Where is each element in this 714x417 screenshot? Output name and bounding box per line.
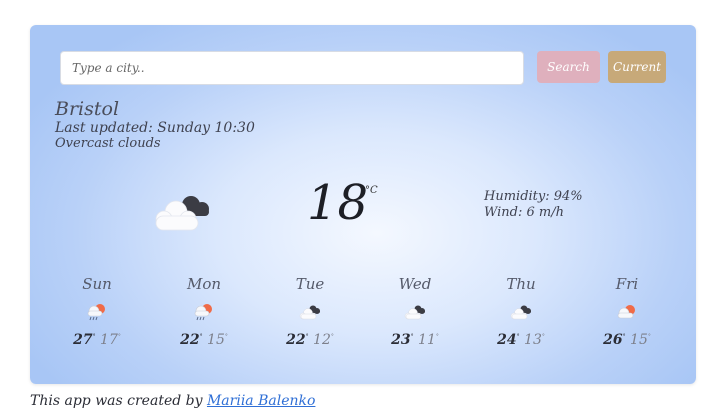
degree-mark: ° [92, 333, 96, 341]
forecast-day-name: Fri [615, 275, 639, 293]
degree-mark: ° [330, 333, 334, 341]
forecast-day-name: Mon [186, 275, 222, 293]
degree-mark: ° [435, 333, 439, 341]
forecast-day: Thu 24° 13° [476, 275, 566, 348]
forecast-max-temp: 24 [497, 332, 517, 348]
humidity-value: 94% [553, 189, 583, 204]
rain-sun-icon [194, 304, 212, 321]
last-updated-label: Last updated: [55, 120, 158, 136]
weather-card: Search Current Bristol Last updated: Sun… [30, 25, 696, 384]
humidity-label: Humidity: [484, 189, 554, 204]
temperature-unit: °C [365, 185, 378, 196]
footer-credit: This app was created by Mariia Balenko [30, 393, 315, 409]
current-location-button[interactable]: Current [608, 51, 666, 83]
author-link[interactable]: Mariia Balenko [207, 393, 315, 409]
forecast-day: Tue 22° 12° [265, 275, 355, 348]
broken-clouds-icon [155, 196, 209, 231]
forecast-min-temp: 11 [418, 332, 436, 348]
footer-text: This app was created by [30, 393, 207, 409]
city-name: Bristol [55, 98, 120, 120]
forecast-max-temp: 22 [180, 332, 200, 348]
forecast-day-name: Tue [295, 275, 325, 293]
humidity: Humidity: 94% [484, 189, 583, 204]
weather-description: Overcast clouds [55, 136, 161, 151]
rain-sun-icon [87, 304, 105, 321]
broken-clouds-icon [404, 305, 425, 320]
degree-mark: ° [117, 333, 121, 341]
forecast-row: Sun 27° 17° Mon 22° 15° Tue 22° 12° Wed … [30, 275, 696, 365]
forecast-day-name: Sun [82, 275, 112, 293]
forecast-max-temp: 26 [603, 332, 623, 348]
degree-mark: ° [305, 333, 309, 341]
forecast-min-temp: 13 [524, 332, 542, 348]
forecast-max-temp: 22 [286, 332, 306, 348]
degree-mark: ° [647, 333, 651, 341]
forecast-day-name: Thu [506, 275, 536, 293]
forecast-min-temp: 15 [630, 332, 648, 348]
forecast-day-name: Wed [398, 275, 432, 293]
wind-label: Wind: [484, 205, 527, 220]
last-updated: Last updated: Sunday 10:30 [55, 120, 255, 136]
broken-clouds-icon [299, 305, 320, 320]
wind: Wind: 6 m/h [484, 205, 564, 220]
forecast-max-temp: 23 [391, 332, 411, 348]
current-temperature: 18 [307, 175, 369, 231]
broken-clouds-icon [510, 305, 531, 320]
city-search-input[interactable] [60, 51, 524, 85]
degree-mark: ° [224, 333, 228, 341]
search-button[interactable]: Search [537, 51, 600, 83]
forecast-day: Fri 26° 15° [582, 275, 672, 348]
sun-cloud-icon [617, 305, 635, 319]
forecast-day: Sun 27° 17° [52, 275, 142, 348]
wind-value: 6 m/h [526, 205, 564, 220]
degree-mark: ° [199, 333, 203, 341]
degree-mark: ° [516, 333, 520, 341]
forecast-min-temp: 15 [207, 332, 225, 348]
forecast-max-temp: 27 [73, 332, 93, 348]
forecast-day: Wed 23° 11° [370, 275, 460, 348]
forecast-day: Mon 22° 15° [159, 275, 249, 348]
degree-mark: ° [410, 333, 414, 341]
forecast-min-temp: 12 [313, 332, 331, 348]
degree-mark: ° [541, 333, 545, 341]
degree-mark: ° [622, 333, 626, 341]
last-updated-time: Sunday 10:30 [157, 120, 255, 136]
forecast-min-temp: 17 [100, 332, 118, 348]
